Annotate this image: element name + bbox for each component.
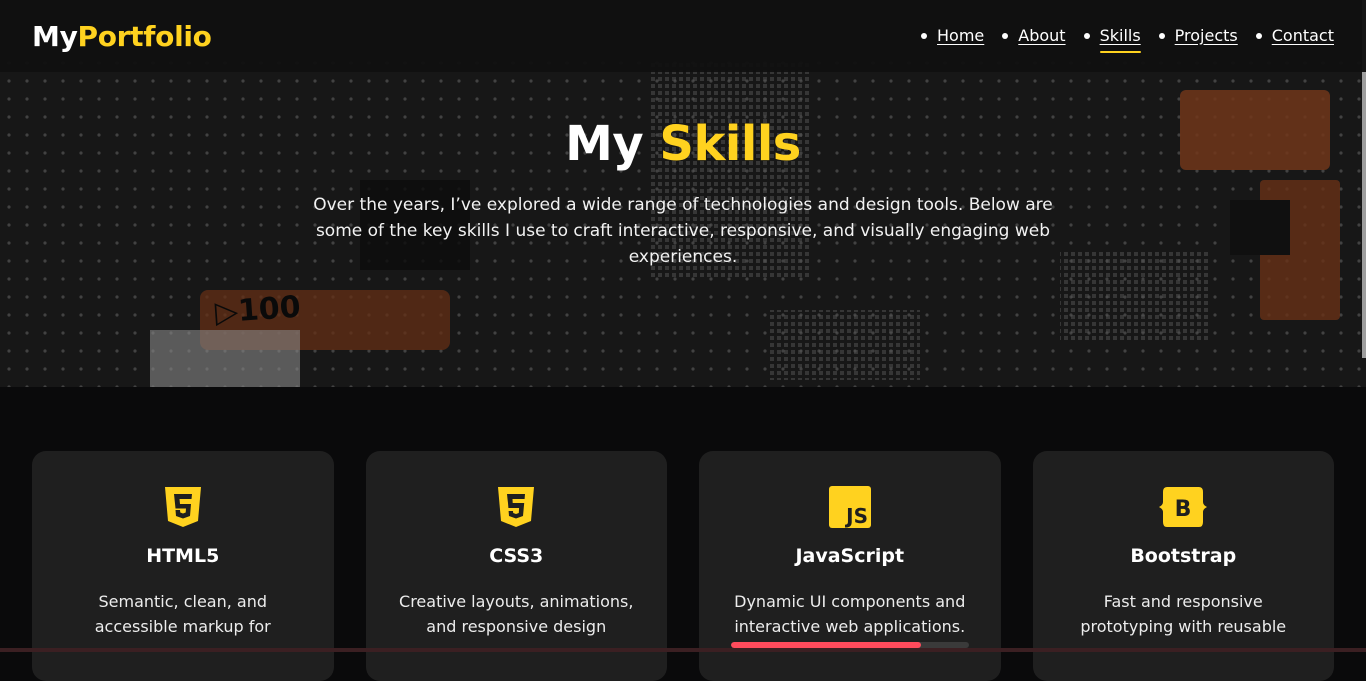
nav-link-about[interactable]: About: [1018, 26, 1065, 47]
nav-item-projects: Projects: [1159, 26, 1238, 47]
skill-title: CSS3: [489, 545, 544, 567]
brand-part1: My: [32, 19, 78, 53]
skill-title: HTML5: [146, 545, 220, 567]
nav-item-about: About: [1002, 26, 1065, 47]
svg-text:B: B: [1175, 497, 1192, 522]
skill-progress-fill: [731, 642, 922, 648]
hero-description: Over the years, I’ve explored a wide ran…: [313, 195, 1053, 267]
page-title-part2: Skills: [659, 116, 801, 172]
skills-grid: HTML5 Semantic, clean, and accessible ma…: [32, 451, 1334, 681]
page-title: My Skills: [0, 116, 1366, 172]
skill-title: JavaScript: [795, 545, 905, 567]
navbar: MyPortfolio Home About Skills Projects C…: [0, 0, 1366, 72]
skill-description: Creative layouts, animations, and respon…: [399, 592, 634, 636]
nav-item-contact: Contact: [1256, 26, 1334, 47]
page-title-part1: My: [565, 116, 644, 172]
brand-logo[interactable]: MyPortfolio: [32, 20, 212, 53]
brand-part2: Portfolio: [77, 19, 212, 53]
skill-description: Fast and responsive prototyping with reu…: [1080, 592, 1287, 636]
skill-card-html5: HTML5 Semantic, clean, and accessible ma…: [32, 451, 334, 681]
page-bottom-edge: [0, 648, 1366, 652]
skill-description: Dynamic UI components and interactive we…: [734, 592, 966, 636]
skill-title: Bootstrap: [1130, 545, 1237, 567]
nav-menu: Home About Skills Projects Contact: [921, 26, 1334, 53]
nav-link-projects[interactable]: Projects: [1175, 26, 1238, 47]
bootstrap-icon: B: [1159, 487, 1208, 527]
skill-card-css3: CSS3 Creative layouts, animations, and r…: [365, 451, 667, 681]
nav-link-contact[interactable]: Contact: [1272, 26, 1334, 47]
nav-item-home: Home: [921, 26, 984, 47]
skill-progress-bar: [731, 642, 969, 648]
hero-content: My Skills Over the years, I’ve explored …: [0, 116, 1366, 270]
skill-card-bootstrap: B Bootstrap Fast and responsive prototyp…: [1032, 451, 1334, 681]
html5-icon: [164, 487, 201, 527]
nav-link-skills[interactable]: Skills: [1099, 26, 1141, 53]
nav-item-skills: Skills: [1084, 26, 1141, 53]
javascript-icon: JS: [828, 486, 871, 528]
nav-link-home[interactable]: Home: [937, 26, 984, 47]
css3-icon: [498, 487, 535, 527]
skill-description: Semantic, clean, and accessible markup f…: [94, 592, 271, 636]
svg-text:JS: JS: [844, 504, 868, 528]
